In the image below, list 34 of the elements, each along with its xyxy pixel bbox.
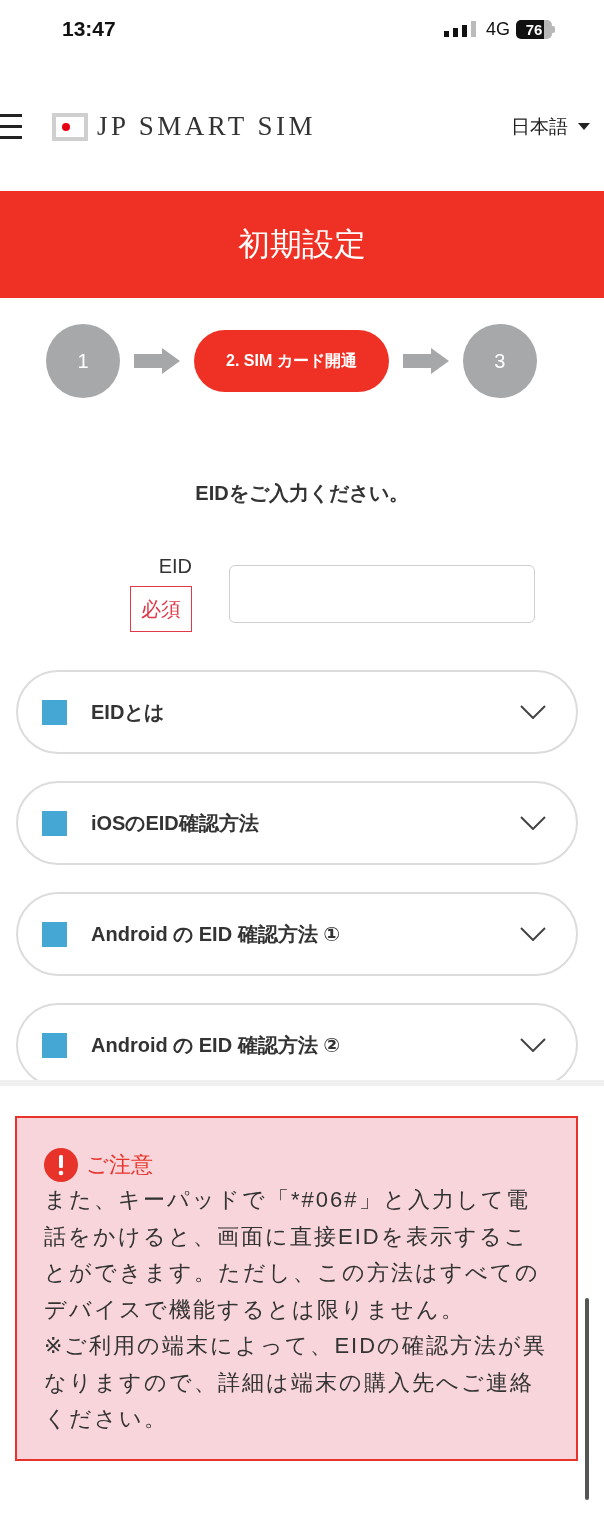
- step-indicator: 1: [46, 324, 120, 398]
- page-title-banner: 初期設定: [0, 191, 604, 298]
- required-tag: 必須: [130, 586, 192, 632]
- form-prompt: EIDをご入力ください。: [194, 481, 410, 506]
- caret-down-icon: [578, 123, 590, 130]
- accordion-item[interactable]: Android の EID 確認方法 ②: [16, 1003, 578, 1080]
- notice-text: ※ご利用の端末によって、EIDの確認方法が異なりますので、詳細は端末の購入先へご連絡ください。: [44, 1332, 549, 1433]
- eid-input-field[interactable]: [229, 565, 535, 623]
- network-type: 4G: [486, 18, 510, 40]
- chevron-down-icon: [520, 1038, 546, 1052]
- square-marker-icon: [42, 699, 67, 725]
- accordion-item[interactable]: iOSのEID確認方法: [16, 781, 578, 865]
- step-indicator: 3: [462, 324, 537, 398]
- language-selector[interactable]: 日本語: [511, 113, 590, 140]
- site-logo: JP SMART SIM: [97, 111, 316, 142]
- alert-icon: [44, 1148, 78, 1182]
- arrow-right-icon: [134, 348, 180, 374]
- square-marker-icon: [42, 921, 67, 947]
- accordion-item[interactable]: Android の EID 確認方法 ①: [16, 892, 578, 976]
- menu-icon[interactable]: [0, 114, 22, 139]
- flag-icon: [52, 112, 88, 141]
- chevron-down-icon: [520, 927, 546, 941]
- notice-title: ご注意: [86, 1151, 153, 1179]
- arrow-right-icon: [402, 348, 449, 374]
- square-marker-icon: [42, 810, 67, 836]
- field-label: EID: [158, 554, 192, 578]
- step-indicator: 2. SIM カード開通: [194, 330, 389, 392]
- square-marker-icon: [42, 1032, 67, 1058]
- battery-indicator: 76: [516, 19, 555, 39]
- chevron-down-icon: [520, 705, 546, 719]
- notice-text: また、キーパッドで「*#06#」と入力して電話をかけると、画面に直接EIDを表示することができます。ただし、この方法はすべてのデバイスで機能するとは限りません。: [44, 1186, 541, 1324]
- status-time: 13:47: [62, 17, 116, 41]
- chevron-down-icon: [520, 816, 546, 830]
- accordion-item[interactable]: EIDとは: [16, 670, 578, 754]
